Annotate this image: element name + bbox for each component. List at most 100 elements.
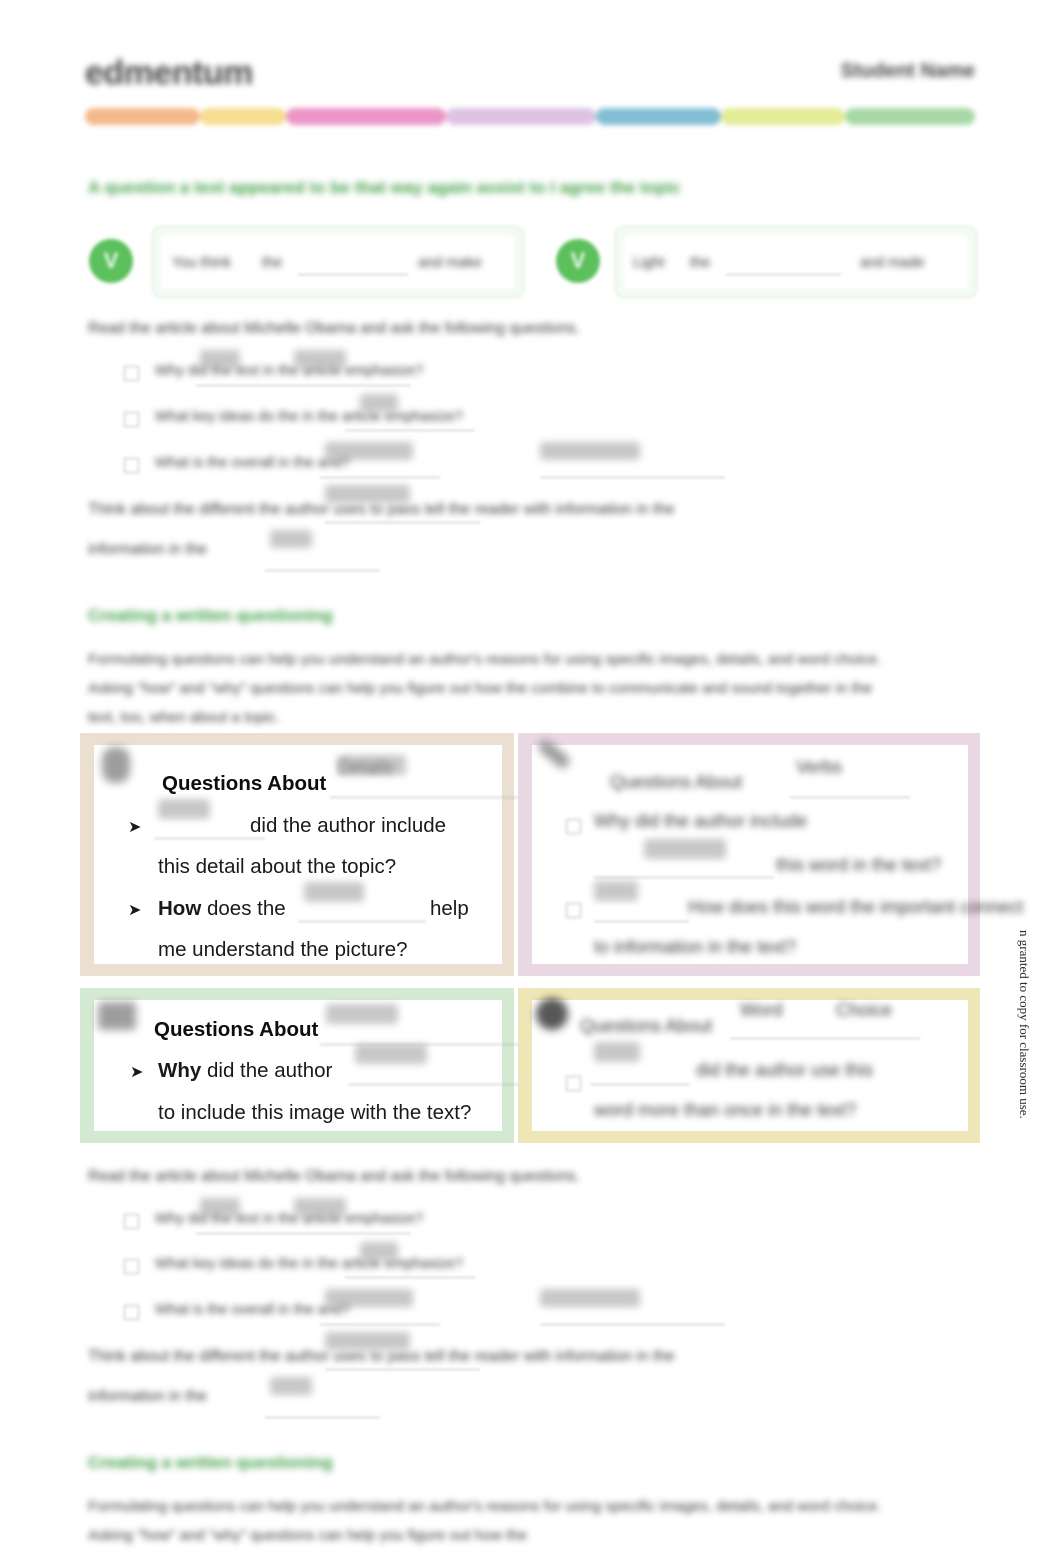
question-blank-3b[interactable] <box>540 477 725 478</box>
card-bottom-right-blank-1[interactable] <box>730 1038 920 1039</box>
section-one-heading: A question a text appeared to be that wa… <box>88 178 681 197</box>
card-top-left-redaction-3 <box>304 882 364 902</box>
card-bottom-right-redaction-1 <box>594 1042 640 1062</box>
card-top-left-line-1: did the author include <box>250 814 447 837</box>
card-top-right-bullet-1[interactable] <box>566 819 581 834</box>
bullet-arrow-icon-3: ➤ <box>130 1064 144 1081</box>
question-checkbox-2[interactable] <box>124 412 139 427</box>
card-questions-about-word-choice[interactable]: Questions About Word Choice did the auth… <box>518 988 980 1143</box>
question-text-2: What key ideas do the in the article emp… <box>155 409 463 425</box>
card-top-left-blank-2[interactable] <box>155 838 265 839</box>
card-top-right-line-1: Why did the author include <box>594 811 808 831</box>
card-bottom-right-blank-2[interactable] <box>590 1084 690 1085</box>
question-text-3: What is the overall in the and? <box>155 455 351 471</box>
card-bottom-right-title-blur-1: Word <box>740 1000 783 1020</box>
card-top-left-line-4: me understand the picture? <box>158 938 408 961</box>
colorbar-segment-orange <box>85 108 200 125</box>
card-bottom-right-title-blur-2: Choice <box>836 1000 893 1020</box>
section-three-heading: Creating a written questioning <box>88 1453 333 1472</box>
question-blank-3a[interactable] <box>320 477 440 478</box>
colorbar-segment-green <box>845 108 975 125</box>
question-checkbox-4[interactable] <box>124 1214 139 1229</box>
card-top-left-redaction-2 <box>158 799 210 819</box>
redaction-14 <box>270 1377 312 1395</box>
card-bottom-right-bullet-1[interactable] <box>566 1076 581 1091</box>
question-blank-5[interactable] <box>345 1277 475 1278</box>
card-top-left-line-3-tail: help <box>430 897 469 920</box>
redaction-8 <box>200 1198 240 1216</box>
closing-blank-2[interactable] <box>265 570 380 571</box>
student-name-label: Student Name <box>840 60 975 82</box>
redaction-11 <box>325 1289 413 1307</box>
redaction-4 <box>325 442 413 460</box>
colorbar-segment-yellow-green <box>721 108 845 125</box>
card-top-right-bullet-2[interactable] <box>566 903 581 918</box>
question-text-4: Why did the text in the article emphasiz… <box>155 1211 424 1227</box>
question-blank-4[interactable] <box>196 1233 411 1234</box>
section-three-paragraph: Formulating questions can help you under… <box>88 1498 882 1544</box>
card-bottom-left-title: Questions About <box>154 1018 319 1041</box>
colorbar-segment-pink <box>286 108 446 125</box>
card-top-right-blank-2[interactable] <box>594 877 774 878</box>
card-top-right-redaction-2 <box>594 881 638 901</box>
question-blank-6b[interactable] <box>540 1324 725 1325</box>
redaction-1 <box>200 350 240 368</box>
prompt-1-pre: You think <box>172 255 232 271</box>
card-bottom-left-blank-1[interactable] <box>320 1044 545 1045</box>
question-checkbox-3[interactable] <box>124 458 139 473</box>
colorbar-segment-blue <box>596 108 721 125</box>
section-one-closing: Think about the different the author use… <box>88 501 675 518</box>
prompt-badge-2: V <box>556 239 600 283</box>
question-text-1: Why did the text in the article emphasiz… <box>155 363 424 379</box>
question-blank-1[interactable] <box>196 385 411 386</box>
card-why-bold: Why <box>158 1059 202 1082</box>
card-top-left-redaction-1 <box>338 755 406 775</box>
card-bottom-left-line-1: Why did the author <box>158 1059 332 1083</box>
closing-blank-4[interactable] <box>265 1417 380 1418</box>
section-three-closing-2: information in the <box>88 1388 207 1405</box>
card-questions-about-verbs[interactable]: Questions About Verbs Why did the author… <box>518 733 1023 976</box>
card-bottom-right-title: Questions About <box>580 1016 713 1036</box>
closing-blank-3[interactable] <box>325 1369 480 1370</box>
person-icon <box>102 747 130 783</box>
card-bottom-left-redaction-1 <box>326 1004 398 1024</box>
edmentum-logo: edmentum <box>85 54 253 93</box>
redaction-12 <box>540 1289 640 1307</box>
prompt-badge-1: V <box>89 239 133 283</box>
card-bottom-left-line-2: to include this image with the text? <box>158 1101 472 1124</box>
prompt-2-blank[interactable] <box>726 274 841 275</box>
question-blank-2[interactable] <box>345 430 475 431</box>
card-top-left-line-3: How does the <box>158 897 286 921</box>
redaction-9 <box>294 1198 346 1216</box>
card-questions-about-details[interactable]: Questions About Details ➤ did the author… <box>80 733 550 976</box>
card-top-left-blank-3[interactable] <box>298 921 426 922</box>
colorbar-segment-yellow <box>200 108 286 125</box>
redaction-2 <box>294 350 346 368</box>
card-top-right-blank-1[interactable] <box>790 797 910 798</box>
question-blank-6a[interactable] <box>320 1324 440 1325</box>
card-top-right-line-4: to information in the text? <box>594 937 797 957</box>
card-top-right-title: Questions About <box>610 772 743 792</box>
card-top-right-blank-3[interactable] <box>594 921 689 922</box>
redaction-13 <box>325 1332 410 1350</box>
card-top-left-blank-1[interactable] <box>330 797 550 798</box>
question-checkbox-1[interactable] <box>124 366 139 381</box>
card-why-rest: did the author <box>206 1059 333 1082</box>
colorbar-segment-lavender <box>446 108 596 125</box>
color-rule-divider <box>85 108 975 125</box>
card-bottom-left-redaction-2 <box>355 1044 427 1064</box>
redaction-5 <box>540 442 640 460</box>
image-icon <box>98 1002 136 1030</box>
card-questions-about-images[interactable]: Questions About ➤ Why did the author to … <box>80 988 545 1143</box>
prompt-1-blank[interactable] <box>298 274 408 275</box>
card-bottom-left-blank-2[interactable] <box>348 1084 543 1085</box>
card-how-bold: How <box>158 897 202 920</box>
question-checkbox-5[interactable] <box>124 1259 139 1274</box>
question-checkbox-6[interactable] <box>124 1305 139 1320</box>
closing-blank-1[interactable] <box>325 522 480 523</box>
prompt-2-post: and made <box>860 255 925 271</box>
card-how-rest: does the <box>206 897 286 920</box>
redaction-6 <box>325 485 410 503</box>
prompt-2-mid: the <box>690 255 711 271</box>
card-bottom-right-line-1: did the author use this <box>696 1060 874 1080</box>
